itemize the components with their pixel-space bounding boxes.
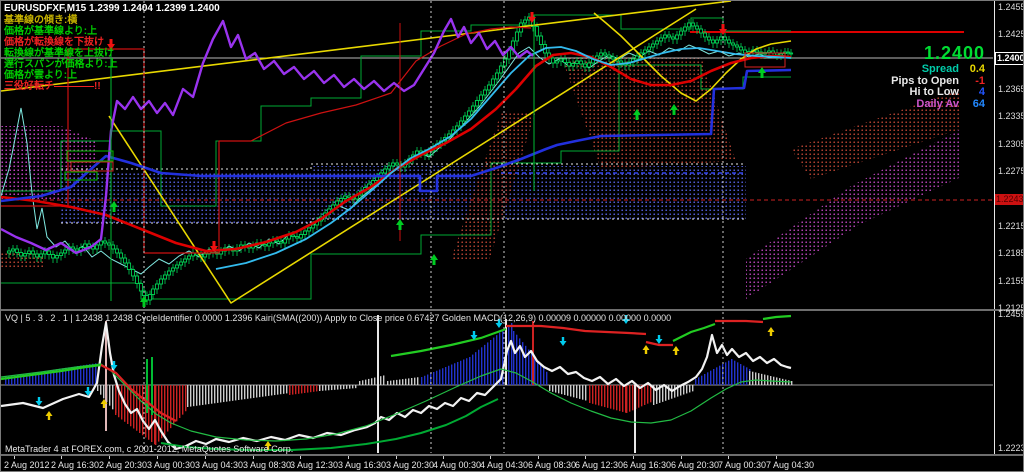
indicator-header: VQ | 5 . 3 . 2 . 1 | 1.2438 1.2438 Cycle… <box>5 313 671 323</box>
buy-arrow-icon <box>430 254 438 265</box>
signal-line: 基準線の傾き:横 <box>4 15 118 26</box>
time-tick-label: 2 Aug 20:30 <box>99 460 147 470</box>
time-tick-mark <box>253 456 254 459</box>
price-tick-label: 1.2275 <box>998 166 1024 176</box>
time-tick-label: 7 Aug 04:30 <box>766 460 814 470</box>
quote-info-rows: Spread0.4Pips to Open-1Hi to Low4Daily A… <box>891 64 985 110</box>
time-tick-label: 4 Aug 04:30 <box>480 460 528 470</box>
time-tick-mark <box>538 456 539 459</box>
price-tick-label: 1.2335 <box>998 111 1024 121</box>
time-tick-label: 3 Aug 00:30 <box>147 460 195 470</box>
time-axis[interactable]: 2 Aug 20122 Aug 16:302 Aug 20:303 Aug 00… <box>1 456 1024 472</box>
ichimoku-signal-list: 基準線の傾き:横価格が基準線より:上価格が転換線を下抜け転換線が基準線を上抜け遅… <box>4 15 118 92</box>
price-tick-label: 1.2305 <box>998 139 1024 149</box>
info-row-daily-av: Daily Av64 <box>891 99 985 111</box>
buy-arrow-icon <box>396 219 404 230</box>
price-axis[interactable] <box>994 1 1024 310</box>
signal-line: 価格が基準線より:上 <box>4 26 118 37</box>
cyan-down-arrow-icon <box>36 397 43 406</box>
trend-stepped-line <box>506 326 646 334</box>
time-tick-label: 6 Aug 16:30 <box>623 460 671 470</box>
signal-line: 価格が雲より:上 <box>4 70 118 81</box>
time-tick-mark <box>443 456 444 459</box>
info-value: 64 <box>959 99 985 111</box>
time-tick-label: 6 Aug 12:30 <box>575 460 623 470</box>
indicator-panel[interactable] <box>1 311 994 454</box>
time-tick-label: 3 Aug 20:30 <box>386 460 434 470</box>
price-tick-label: 1.2455 <box>998 2 1024 12</box>
time-tick-label: 3 Aug 12:30 <box>290 460 338 470</box>
indicator-axis[interactable] <box>994 311 1024 454</box>
price-tick-label: 1.2185 <box>998 248 1024 258</box>
signal-line: 三役好転チ――――!! <box>4 81 118 92</box>
time-tick-mark <box>585 456 586 459</box>
vq-white-line <box>1 323 791 449</box>
time-tick-label: 6 Aug 20:30 <box>671 460 719 470</box>
time-tick-mark <box>205 456 206 459</box>
time-tick-mark <box>396 456 397 459</box>
info-label: Daily Av <box>916 98 959 110</box>
price-tick-label: 1.2215 <box>998 221 1024 231</box>
cyan-down-arrow-icon <box>560 337 567 346</box>
chart-title: EURUSDFXF,M15 1.2399 1.2404 1.2399 1.240… <box>4 3 220 14</box>
trend-stepped-line <box>673 324 715 341</box>
time-tick-label: 3 Aug 16:30 <box>338 460 386 470</box>
yellow-up-arrow-icon <box>46 411 53 420</box>
price-tick-label: 1.2365 <box>998 84 1024 94</box>
info-value: 4 <box>959 87 985 99</box>
quote-info-panel: 1.2400 Spread0.4Pips to Open-1Hi to Low4… <box>891 43 985 110</box>
time-tick-mark <box>348 456 349 459</box>
alert-price-box: 1.2243 <box>995 194 1024 205</box>
time-tick-label: 3 Aug 04:30 <box>195 460 243 470</box>
cyan-down-arrow-icon <box>656 335 663 344</box>
price-tick-label: 1.2155 <box>998 276 1024 286</box>
time-tick-mark <box>633 456 634 459</box>
info-value: 0.4 <box>959 64 985 76</box>
signal-line: 遅行スパンが価格より:上 <box>4 59 118 70</box>
indicator-tick-label: 1.2459 <box>998 309 1024 319</box>
indicator-svg[interactable] <box>1 311 994 454</box>
indicator-tick-label: 1.2223 <box>998 443 1024 453</box>
info-label: Spread <box>922 63 959 75</box>
time-tick-mark <box>109 456 110 459</box>
time-tick-mark <box>681 456 682 459</box>
time-tick-mark <box>728 456 729 459</box>
time-tick-mark <box>157 456 158 459</box>
trend-stepped-line <box>763 316 791 319</box>
time-tick-mark <box>776 456 777 459</box>
sell-arrow-icon <box>719 24 727 35</box>
time-tick-mark <box>300 456 301 459</box>
time-tick-label: 2 Aug 2012 <box>4 460 50 470</box>
kumo-blue-band-1 <box>61 171 311 223</box>
info-label: Pips to Open <box>891 75 959 87</box>
time-tick-mark <box>490 456 491 459</box>
signal-line: 価格が転換線を下抜け <box>4 37 118 48</box>
current-price-label: 1.2400 <box>891 43 985 64</box>
time-tick-label: 7 Aug 00:30 <box>718 460 766 470</box>
time-tick-label: 6 Aug 08:30 <box>528 460 576 470</box>
main-chart-svg[interactable] <box>1 1 994 309</box>
info-label: Hi to Low <box>910 86 960 98</box>
mt4-window: EURUSDFXF,M15 1.2399 1.2404 1.2399 1.240… <box>0 0 1024 472</box>
time-tick-label: 2 Aug 16:30 <box>51 460 99 470</box>
signal-line: 転換線が基準線を上抜け <box>4 48 118 59</box>
yellow-up-arrow-icon <box>768 327 775 336</box>
time-tick-label: 4 Aug 00:30 <box>433 460 481 470</box>
buy-arrow-icon <box>758 67 766 78</box>
yellow-up-arrow-icon <box>673 346 680 355</box>
time-tick-label: 3 Aug 08:30 <box>243 460 291 470</box>
time-tick-mark <box>14 456 15 459</box>
time-tick-mark <box>61 456 62 459</box>
current-price-box: 1.2400 <box>995 52 1024 65</box>
main-chart-panel[interactable] <box>1 1 994 309</box>
yellow-up-arrow-icon <box>643 345 650 354</box>
copyright-text: MetaTrader 4 at FOREX.com, c 2001-2012, … <box>5 444 293 454</box>
trend-stepped-line <box>715 321 763 322</box>
trend-stepped-line <box>391 329 506 356</box>
price-tick-label: 1.2425 <box>998 29 1024 39</box>
